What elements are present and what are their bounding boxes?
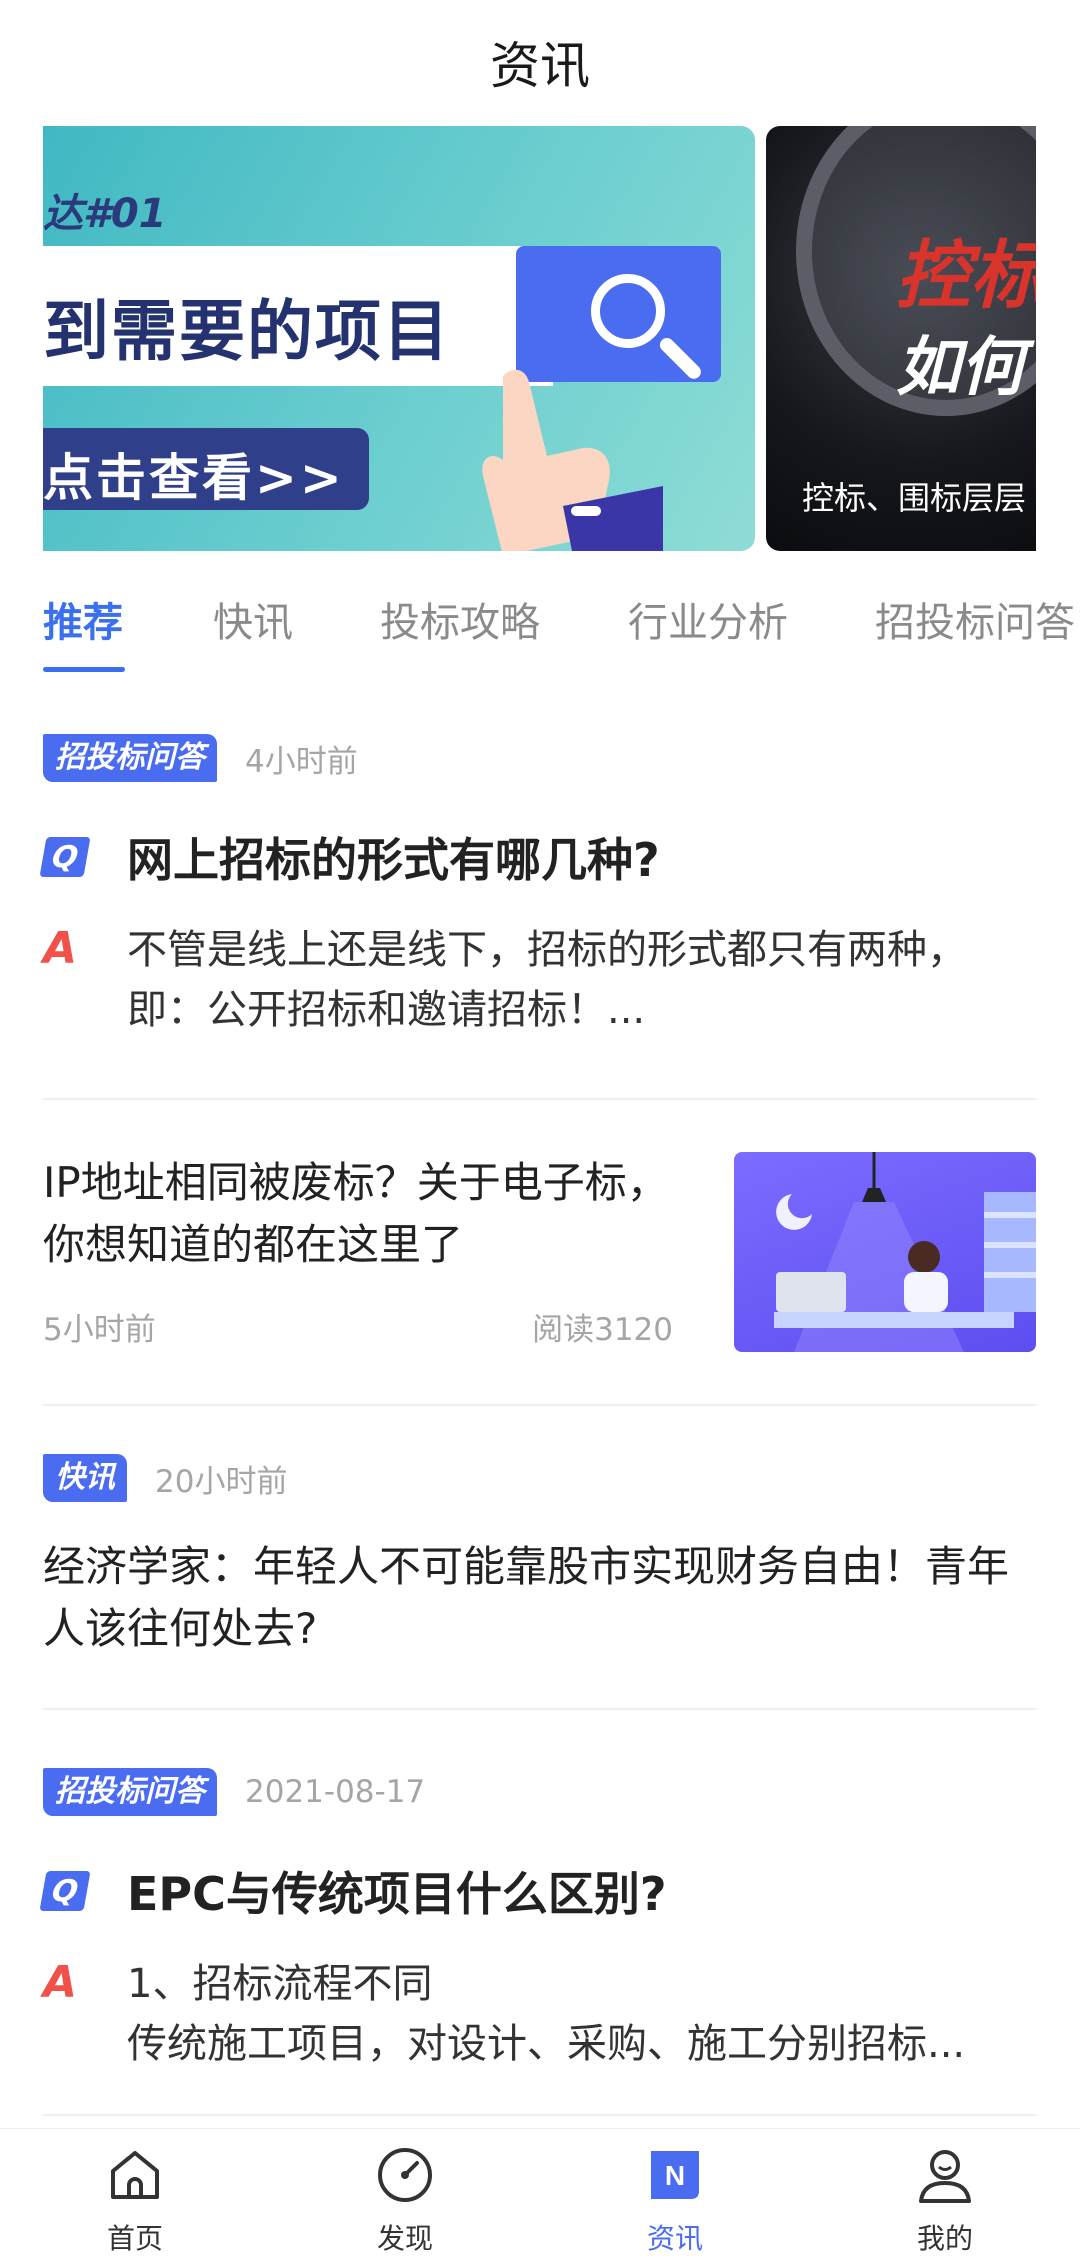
question-text: 网上招标的形式有哪几种? (127, 833, 660, 887)
profile-icon (913, 2143, 977, 2207)
tabbar-label: 发现 (376, 2222, 433, 2255)
office-illustration-icon (774, 1152, 1036, 1352)
tab-bidding-guide[interactable]: 投标攻略 (380, 590, 540, 648)
question-icon: Q (39, 837, 91, 877)
answer-icon: A (43, 923, 78, 974)
feed-item-qa[interactable]: 招投标问答 2021-08-17 Q EPC与传统项目什么区别? A 1、招标流… (39, 1710, 1036, 2114)
tab-recommend[interactable]: 推荐 (43, 590, 123, 648)
tab-industry-analysis[interactable]: 行业分析 (628, 590, 788, 648)
pointing-hand-icon (482, 369, 663, 551)
banner-slide-bidding[interactable]: 控标 如何 控标、围标层层 (766, 126, 1036, 551)
tab-active-indicator (43, 667, 125, 672)
tabbar-item-profile[interactable]: 我的 (810, 2129, 1080, 2268)
tab-bidding-qa[interactable]: 招投标问答 (875, 590, 1075, 648)
top-bar: 资讯 (0, 0, 1080, 124)
banner-slide-search[interactable]: 达#01 到需要的项目 点击查看>> (43, 126, 755, 551)
category-badge: 快讯 (43, 1454, 127, 1502)
tab-flash-news[interactable]: 快讯 (213, 590, 293, 648)
category-badge: 招投标问答 (43, 1768, 217, 1816)
feed-item-article[interactable]: IP地址相同被废标？关于电子标，你想知道的都在这里了 5小时前 阅读3120 (43, 1100, 1036, 1404)
article-title: IP地址相同被废标？关于电子标，你想知道的都在这里了 (43, 1158, 669, 1269)
news-icon: N (643, 2143, 707, 2207)
tabbar-item-news[interactable]: N 资讯 (540, 2129, 810, 2268)
tabbar-item-home[interactable]: 首页 (0, 2129, 270, 2268)
feed-list: 招投标问答 4小时前 Q 网上招标的形式有哪几种? A 不管是线上还是线下，招标… (39, 700, 1036, 2116)
svg-text:N: N (665, 2160, 685, 2191)
compass-icon (373, 2143, 437, 2207)
article-thumbnail (734, 1152, 1036, 1352)
tabbar-item-discover[interactable]: 发现 (270, 2129, 540, 2268)
banner-cta-label: 点击查看>> (43, 449, 345, 507)
banner-second-red-text: 控标 (896, 233, 1036, 319)
question-icon: Q (39, 1871, 91, 1911)
bottom-tab-bar: 首页 发现 N 资讯 我的 (0, 2128, 1080, 2268)
post-time: 20小时前 (155, 1463, 288, 1500)
search-icon (591, 274, 665, 348)
answer-icon: A (43, 1957, 78, 2008)
read-count: 阅读3120 (532, 1312, 673, 1348)
tabbar-label: 我的 (916, 2222, 973, 2255)
feed-item-qa[interactable]: 招投标问答 4小时前 Q 网上招标的形式有哪几种? A 不管是线上还是线下，招标… (39, 700, 1036, 1098)
tabbar-label: 首页 (106, 2222, 163, 2255)
banner-carousel[interactable]: 达#01 到需要的项目 点击查看>> 控标 如何 控标、围标层层 (43, 126, 1036, 551)
tabbar-label: 资讯 (646, 2222, 703, 2255)
post-time: 2021-08-17 (245, 1774, 426, 1810)
divider (43, 2114, 1036, 2116)
banner-tag: 达#01 (43, 191, 167, 237)
question-text: EPC与传统项目什么区别? (127, 1867, 667, 1921)
news-title: 经济学家：年轻人不可能靠股市实现财务自由！青年人该往何处去? (43, 1542, 1010, 1653)
home-icon (103, 2143, 167, 2207)
banner-second-caption: 控标、围标层层 (802, 479, 1027, 517)
category-badge: 招投标问答 (43, 734, 217, 782)
post-time: 4小时前 (245, 743, 358, 780)
banner-search-text: 到需要的项目 (43, 293, 451, 370)
banner-second-white-text: 如何 (896, 331, 1024, 405)
page-title: 资讯 (490, 37, 590, 95)
answer-text: 不管是线上还是线下，招标的形式都只有两种，即：公开招标和邀请招标！... (127, 927, 967, 1033)
feed-item-news[interactable]: 快讯 20小时前 经济学家：年轻人不可能靠股市实现财务自由！青年人该往何处去? (43, 1406, 1036, 1708)
answer-text-line: 传统施工项目，对设计、采购、施工分别招标... (127, 2021, 966, 2067)
post-time: 5小时前 (43, 1312, 156, 1348)
answer-text-line: 1、招标流程不同 (127, 1961, 433, 2007)
category-tabs: 推荐 快讯 投标攻略 行业分析 招投标问答 (43, 590, 1080, 680)
